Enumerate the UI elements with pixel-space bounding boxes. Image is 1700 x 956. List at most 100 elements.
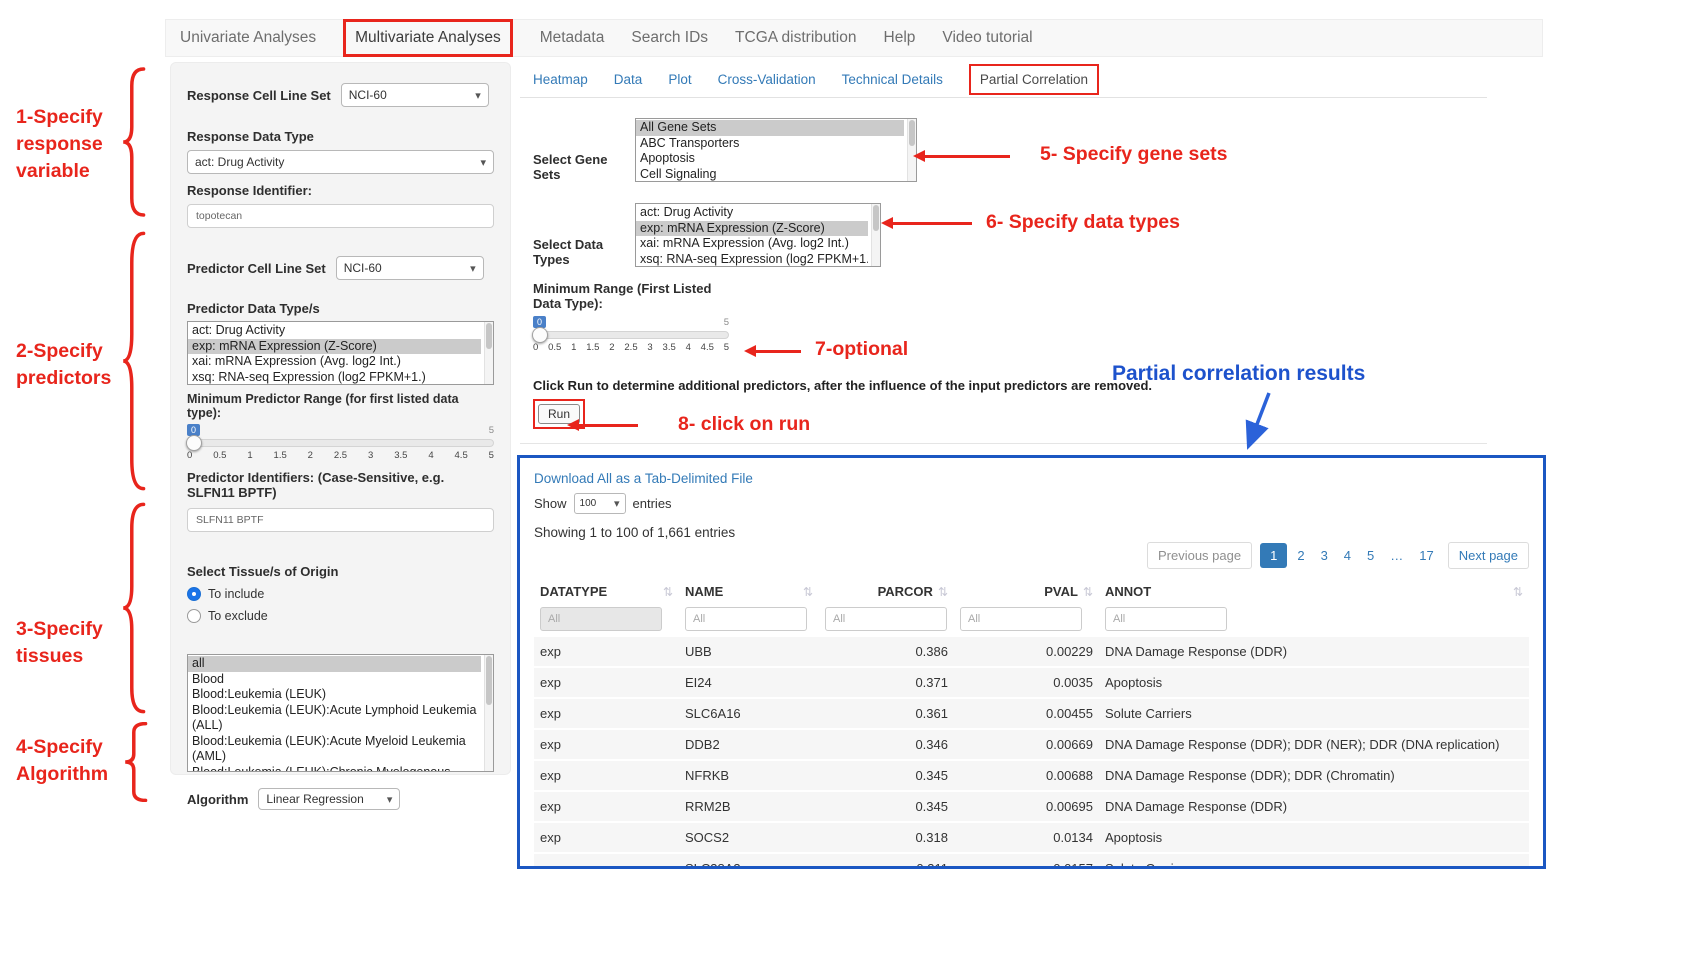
sort-icon[interactable]: ⇅: [938, 585, 948, 599]
sort-icon[interactable]: ⇅: [803, 585, 813, 599]
table-row[interactable]: exp SLC38A3 0.311 0.0157 Solute Carriers: [534, 854, 1529, 869]
cell-name: UBB: [679, 637, 819, 666]
page-number-button[interactable]: …: [1384, 543, 1409, 568]
cell-parcor: 0.346: [819, 730, 954, 759]
table-row[interactable]: exp EI24 0.371 0.0035 Apoptosis: [534, 668, 1529, 699]
listbox-option[interactable]: exp: mRNA Expression (Z-Score): [636, 221, 868, 237]
scrollbar-thumb[interactable]: [873, 205, 879, 231]
listbox-option[interactable]: act: Drug Activity: [188, 323, 481, 339]
listbox-option[interactable]: Blood:Leukemia (LEUK):Acute Lymphoid Leu…: [188, 703, 481, 734]
column-header-pval[interactable]: PVAL ⇅: [954, 577, 1099, 605]
exclude-radio[interactable]: [187, 609, 201, 623]
slider-handle[interactable]: [532, 327, 548, 343]
column-header-name[interactable]: NAME ⇅: [679, 577, 819, 605]
tab[interactable]: Heatmap: [533, 72, 588, 87]
listbox-option[interactable]: xsq: RNA-seq Expression (log2 FPKM+1.): [636, 252, 868, 268]
tab[interactable]: Cross-Validation: [718, 72, 816, 87]
cell-name: SLC38A3: [679, 854, 819, 869]
page-number-button[interactable]: 2: [1291, 543, 1310, 568]
nav-item[interactable]: Metadata: [540, 29, 605, 47]
scrollbar-thumb[interactable]: [486, 323, 492, 349]
gene-sets-listbox: All Gene SetsABC TransportersApoptosisCe…: [635, 118, 917, 182]
listbox-option[interactable]: Blood: [188, 672, 481, 688]
listbox-option[interactable]: Blood:Leukemia (LEUK): [188, 687, 481, 703]
listbox-option[interactable]: ABC Transporters: [636, 136, 904, 152]
listbox-option[interactable]: Apoptosis: [636, 151, 904, 167]
tab[interactable]: Plot: [668, 72, 691, 87]
listbox-option[interactable]: xsq: RNA-seq Expression (log2 FPKM+1.): [188, 370, 481, 386]
slider-track[interactable]: [187, 439, 494, 447]
slider-tick: 4.5: [701, 342, 714, 353]
table-row[interactable]: exp DDB2 0.346 0.00669 DNA Damage Respon…: [534, 730, 1529, 761]
response-identifier-input[interactable]: [187, 204, 494, 228]
filter-datatype-input[interactable]: [540, 607, 662, 631]
page-number-button[interactable]: 17: [1413, 543, 1439, 568]
column-label: PARCOR: [878, 584, 933, 599]
listbox-option[interactable]: xai: mRNA Expression (Avg. log2 Int.): [636, 236, 868, 252]
column-header-annot[interactable]: ANNOT ⇅: [1099, 577, 1529, 605]
listbox-option[interactable]: Blood:Leukemia (LEUK):Chronic Myelogenou…: [188, 765, 481, 773]
filter-pval-input[interactable]: [960, 607, 1082, 631]
show-entries-select[interactable]: 100 ▾: [574, 493, 626, 514]
page-number-button[interactable]: 4: [1338, 543, 1357, 568]
table-row[interactable]: exp SLC6A16 0.361 0.00455 Solute Carrier…: [534, 699, 1529, 730]
filter-parcor-input[interactable]: [825, 607, 947, 631]
slider-tick: 0: [187, 450, 192, 461]
column-header-datatype[interactable]: DATATYPE ⇅: [534, 577, 679, 605]
page-number-button[interactable]: 5: [1361, 543, 1380, 568]
scrollbar-thumb[interactable]: [486, 656, 492, 705]
scrollbar[interactable]: [871, 204, 880, 266]
slider-track[interactable]: [533, 331, 729, 339]
chevron-down-icon: ▾: [470, 262, 476, 275]
table-row[interactable]: exp RRM2B 0.345 0.00695 DNA Damage Respo…: [534, 792, 1529, 823]
tissues-listbox: allBloodBlood:Leukemia (LEUK)Blood:Leuke…: [187, 654, 494, 772]
tissue-exclude-radio-row: To exclude: [187, 609, 494, 623]
tab[interactable]: Partial Correlation: [969, 64, 1099, 95]
listbox-option[interactable]: exp: mRNA Expression (Z-Score): [188, 339, 481, 355]
listbox-option[interactable]: xai: mRNA Expression (Avg. log2 Int.): [188, 354, 481, 370]
column-header-parcor[interactable]: PARCOR ⇅: [819, 577, 954, 605]
predictor-cell-line-set-select[interactable]: NCI-60 ▾: [336, 256, 484, 280]
tab[interactable]: Data: [614, 72, 643, 87]
annotation-step6: 6- Specify data types: [986, 211, 1180, 234]
next-page-button[interactable]: Next page: [1448, 542, 1529, 569]
tab[interactable]: Technical Details: [842, 72, 943, 87]
response-cell-line-set-select[interactable]: NCI-60 ▾: [341, 83, 489, 107]
page-number-button[interactable]: 1: [1260, 543, 1287, 568]
scrollbar-thumb[interactable]: [909, 120, 915, 146]
predictor-identifiers-input[interactable]: [187, 508, 494, 532]
listbox-option[interactable]: All Gene Sets: [636, 120, 904, 136]
nav-item[interactable]: Univariate Analyses: [180, 29, 316, 47]
gene-sets-label: Select Gene Sets: [533, 152, 629, 182]
listbox-option[interactable]: Cell Signaling: [636, 167, 904, 183]
predictor-data-types-listbox: act: Drug Activityexp: mRNA Expression (…: [187, 321, 494, 385]
table-row[interactable]: exp UBB 0.386 0.00229 DNA Damage Respons…: [534, 637, 1529, 668]
cell-datatype: exp: [534, 699, 679, 728]
response-data-type-select[interactable]: act: Drug Activity ▾: [187, 150, 494, 174]
include-radio[interactable]: [187, 587, 201, 601]
sort-icon[interactable]: ⇅: [1513, 585, 1523, 599]
filter-name-input[interactable]: [685, 607, 807, 631]
table-row[interactable]: exp SOCS2 0.318 0.0134 Apoptosis: [534, 823, 1529, 854]
scrollbar[interactable]: [484, 655, 493, 771]
table-row[interactable]: exp NFRKB 0.345 0.00688 DNA Damage Respo…: [534, 761, 1529, 792]
listbox-option[interactable]: act: Drug Activity: [636, 205, 868, 221]
previous-page-button[interactable]: Previous page: [1147, 542, 1252, 569]
page-number-button[interactable]: 3: [1315, 543, 1334, 568]
nav-item[interactable]: Multivariate Analyses: [343, 19, 513, 57]
sort-icon[interactable]: ⇅: [1083, 585, 1093, 599]
algorithm-select[interactable]: Linear Regression ▾: [258, 788, 400, 810]
scrollbar[interactable]: [484, 322, 493, 384]
nav-item[interactable]: Search IDs: [631, 29, 708, 47]
nav-item[interactable]: TCGA distribution: [735, 29, 856, 47]
listbox-option[interactable]: all: [188, 656, 481, 672]
arrow-annotation: [578, 424, 638, 427]
listbox-option[interactable]: Blood:Leukemia (LEUK):Acute Myeloid Leuk…: [188, 734, 481, 765]
slider-handle[interactable]: [186, 435, 202, 451]
nav-item[interactable]: Video tutorial: [942, 29, 1032, 47]
predictor-data-types-label: Predictor Data Type/s: [187, 301, 494, 316]
filter-annot-input[interactable]: [1105, 607, 1227, 631]
nav-item[interactable]: Help: [884, 29, 916, 47]
sort-icon[interactable]: ⇅: [663, 585, 673, 599]
download-link[interactable]: Download All as a Tab-Delimited File: [534, 471, 753, 486]
